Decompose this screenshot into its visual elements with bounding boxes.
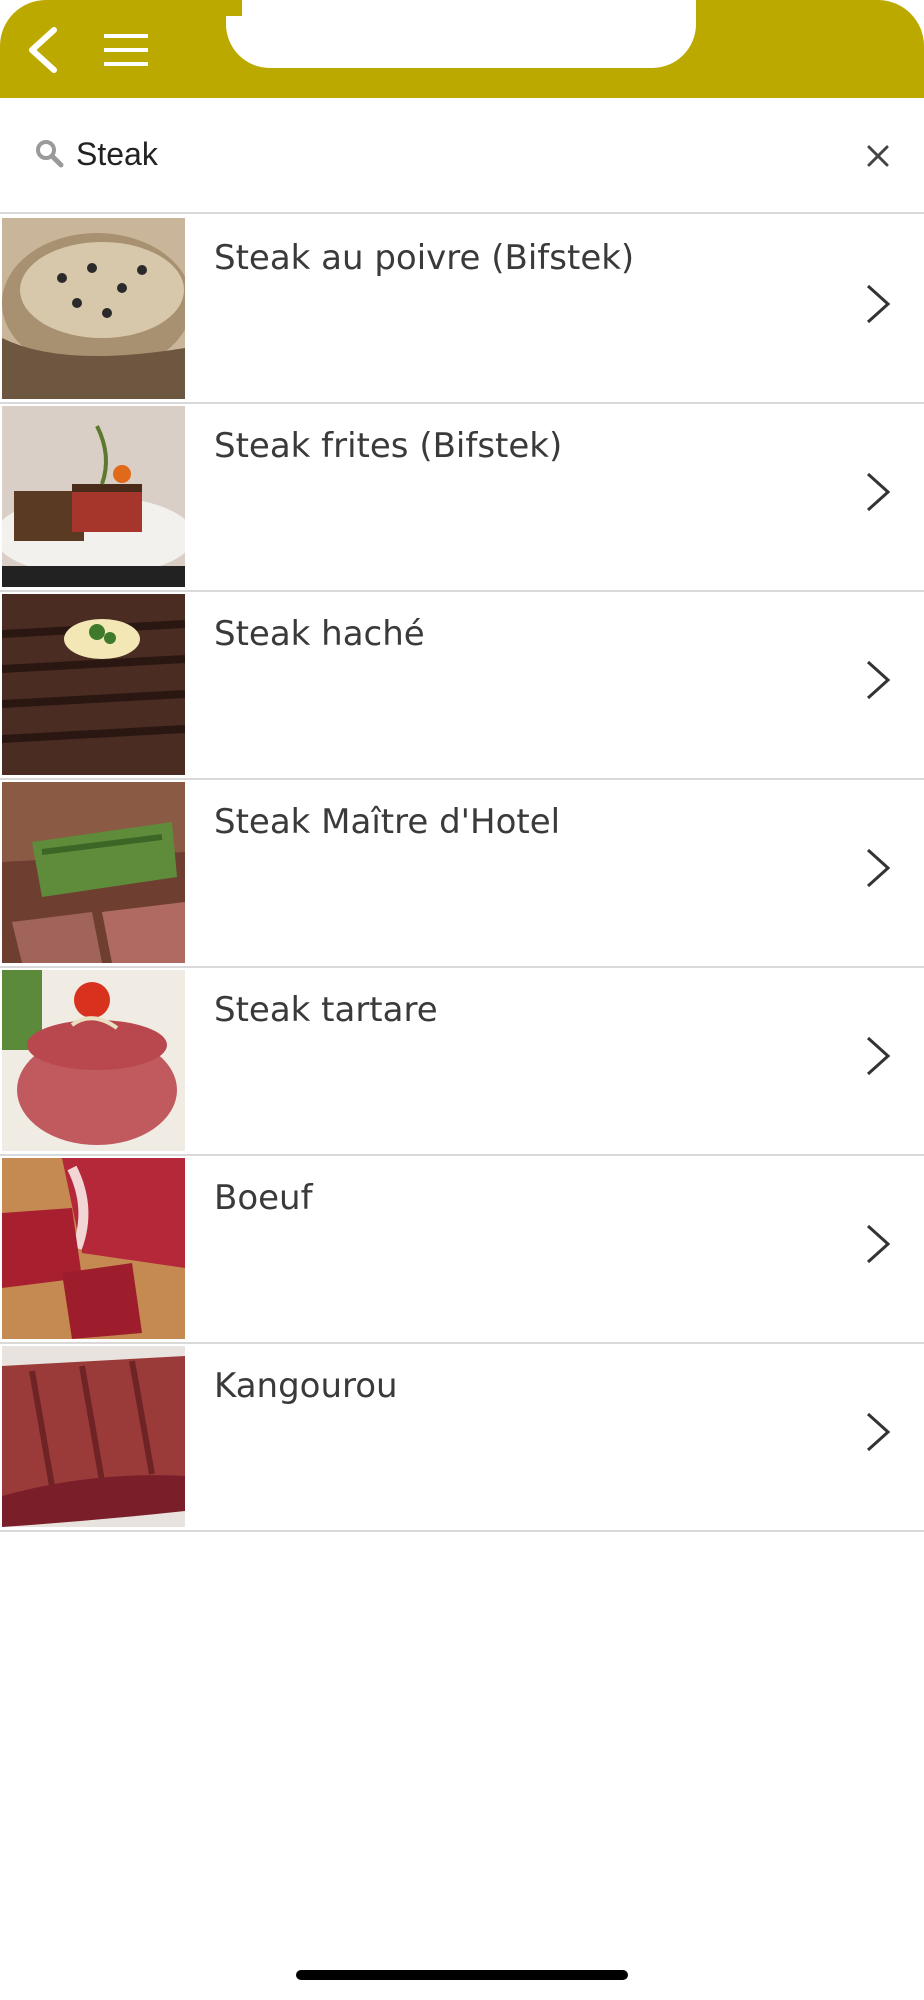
close-icon [867,145,889,167]
boeuf-photo [2,1158,185,1339]
device-notch [226,0,696,68]
menu-button[interactable] [102,30,150,70]
home-indicator[interactable] [296,1970,628,1980]
item-label: Steak frites (Bifstek) [214,426,563,466]
steak-maitre-d-hotel-photo [2,782,185,963]
steak-au-poivre-photo [2,218,185,399]
back-button[interactable] [22,24,66,76]
steak-hache-photo [2,594,185,775]
item-label: Steak tartare [214,990,438,1030]
item-label: Steak au poivre (Bifstek) [214,238,635,278]
list-item[interactable]: Steak frites (Bifstek) [0,404,924,592]
item-label: Steak haché [214,614,425,654]
kangourou-photo [2,1346,185,1527]
list-item[interactable]: Steak Maître d'Hotel [0,780,924,968]
search-icon [34,138,64,168]
chevron-right-icon [866,1036,891,1076]
chevron-left-icon [29,27,57,73]
search-bar [0,98,924,214]
list-item[interactable]: Boeuf [0,1156,924,1344]
search-input[interactable] [76,128,836,180]
item-label: Steak Maître d'Hotel [214,802,561,842]
clear-search-button[interactable] [860,138,896,174]
item-label: Kangourou [214,1366,398,1406]
steak-frites-photo [2,406,185,587]
list-item[interactable]: Steak tartare [0,968,924,1156]
chevron-right-icon [866,1412,891,1452]
results-list: Steak au poivre (Bifstek) Steak frites (… [0,216,924,1532]
list-item[interactable]: Steak au poivre (Bifstek) [0,216,924,404]
app-header [0,0,924,98]
steak-tartare-photo [2,970,185,1151]
chevron-right-icon [866,472,891,512]
item-label: Boeuf [214,1178,313,1218]
chevron-right-icon [866,284,891,324]
chevron-right-icon [866,1224,891,1264]
hamburger-menu-icon [104,34,148,66]
list-item[interactable]: Kangourou [0,1344,924,1532]
chevron-right-icon [866,848,891,888]
chevron-right-icon [866,660,891,700]
list-item[interactable]: Steak haché [0,592,924,780]
